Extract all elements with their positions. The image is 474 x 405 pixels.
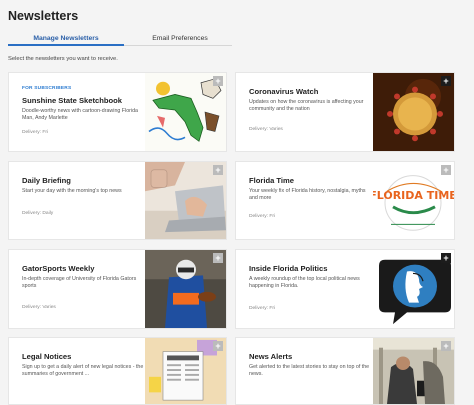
subway-phone-image: + [373, 338, 454, 404]
delivery-info: Delivery: Fri [249, 214, 276, 219]
newspaper-image: + [145, 338, 226, 404]
newsletter-card-florida-time[interactable]: Florida Time Your weekly fix of Florida … [235, 161, 455, 240]
add-newsletter-button[interactable]: + [441, 341, 451, 351]
tab-manage-newsletters[interactable]: Manage Newsletters [8, 34, 124, 46]
newsletter-card-legal-notices[interactable]: Legal Notices Sign up to get a daily ale… [8, 337, 227, 405]
add-newsletter-button[interactable]: + [213, 341, 223, 351]
newsletter-title: Coronavirus Watch [249, 87, 319, 96]
newsletter-card-news-alerts[interactable]: News Alerts Get alerted to the latest st… [235, 337, 455, 405]
page-title: Newsletters [8, 9, 79, 23]
florida-time-logo-text: FLORIDA TIME [373, 189, 454, 202]
coronavirus-image: + [373, 73, 454, 151]
newsletter-title: Sunshine State Sketchbook [22, 96, 123, 105]
newsletter-title: Inside Florida Politics [249, 264, 328, 273]
newsletter-title: Florida Time [249, 176, 295, 185]
newsletter-description: Updates on how the coronavirus is affect… [249, 99, 364, 112]
newsletter-description: Doodle-worthy news with cartoon-drawing … [22, 108, 138, 121]
newsletter-description: Sign up to get a daily alert of new lega… [22, 364, 144, 377]
politics-speech-bubble-image: + [373, 250, 454, 328]
newsletter-title: Legal Notices [22, 352, 72, 361]
tab-email-preferences[interactable]: Email Preferences [128, 34, 232, 46]
delivery-info: Delivery: Daily [22, 211, 54, 216]
florida-time-logo-image: FLORIDA TIME + [373, 162, 454, 239]
add-newsletter-button[interactable]: + [213, 165, 223, 175]
delivery-info: Delivery: Varies [249, 127, 283, 132]
instructions-text: Select the newsletters you want to recei… [8, 56, 118, 62]
add-newsletter-button[interactable]: + [441, 76, 451, 86]
add-newsletter-button[interactable]: + [213, 76, 223, 86]
delivery-info: Delivery: Fri [249, 306, 276, 311]
newsletter-card-sunshine-state-sketchbook[interactable]: FOR SUBSCRIBERS Sunshine State Sketchboo… [8, 72, 227, 152]
add-newsletter-button[interactable]: + [441, 253, 451, 263]
delivery-info: Delivery: Fri [22, 130, 49, 135]
newsletter-card-inside-florida-politics[interactable]: Inside Florida Politics A weekly roundup… [235, 249, 455, 329]
add-newsletter-button[interactable]: + [213, 253, 223, 263]
newsletter-description: Start your day with the morning's top ne… [22, 188, 122, 194]
newsletter-title: Daily Briefing [22, 176, 71, 185]
newsletter-description: A weekly roundup of the top local politi… [249, 276, 360, 289]
newsletter-card-gatorsports-weekly[interactable]: GatorSports Weekly In-depth coverage of … [8, 249, 227, 329]
subscriber-kicker: FOR SUBSCRIBERS [22, 86, 72, 91]
add-newsletter-button[interactable]: + [441, 165, 451, 175]
newsletter-description: Your weekly fix of Florida history, nost… [249, 188, 366, 201]
football-player-image: + [145, 250, 226, 328]
florida-cartoon-image: + [145, 73, 226, 151]
newsletter-card-daily-briefing[interactable]: Daily Briefing Start your day with the m… [8, 161, 227, 240]
newsletter-title: News Alerts [249, 352, 293, 361]
delivery-info: Delivery: Varies [22, 305, 56, 310]
laptop-coffee-image: + [145, 162, 226, 239]
newsletter-title: GatorSports Weekly [22, 264, 95, 273]
newsletter-description: In-depth coverage of University of Flori… [22, 276, 137, 289]
newsletter-description: Get alerted to the latest stories to sta… [249, 364, 370, 377]
newsletter-tabs: Manage Newsletters Email Preferences [8, 34, 232, 46]
newsletter-card-coronavirus-watch[interactable]: Coronavirus Watch Updates on how the cor… [235, 72, 455, 152]
